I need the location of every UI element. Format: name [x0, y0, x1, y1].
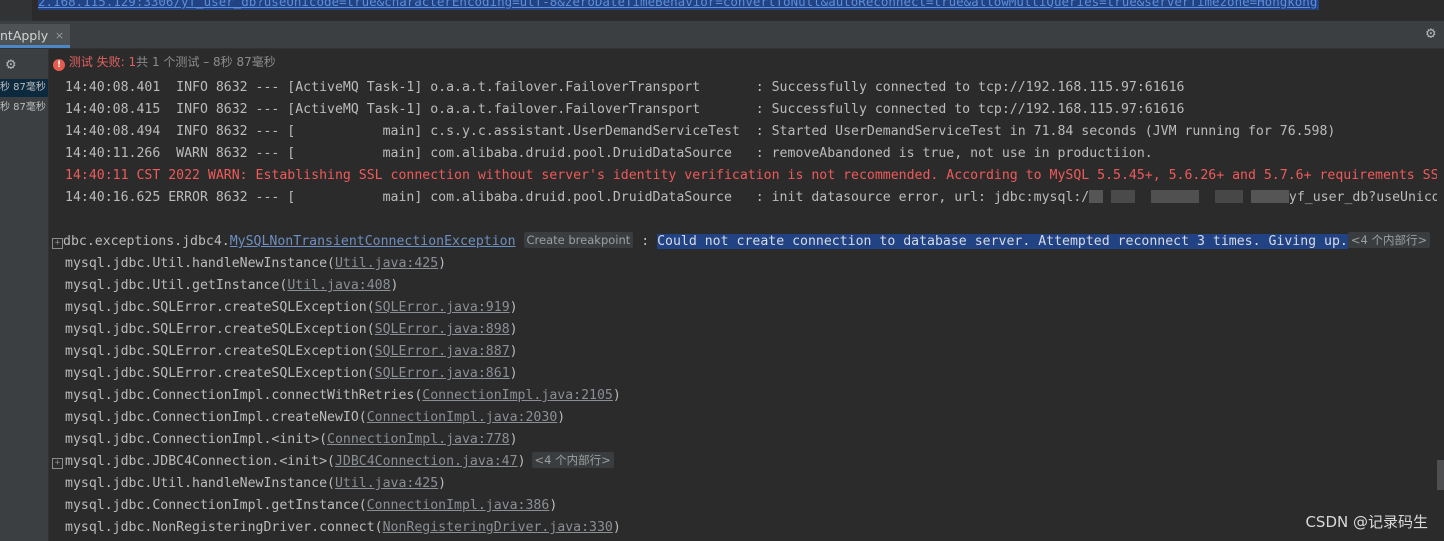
console-scrollbar[interactable]: [1437, 77, 1444, 541]
stack-frame-end: ): [390, 278, 399, 293]
internal-lines-hint[interactable]: <4 个内部行>: [531, 452, 614, 468]
test-tree-item-selected[interactable]: 秒 87毫秒: [0, 79, 48, 97]
stack-frame: mysql.jdbc.Util.handleNewInstance(Util.j…: [65, 253, 446, 275]
stack-frame-end: ): [509, 432, 518, 447]
gear-icon[interactable]: ⚙: [1426, 25, 1442, 41]
stack-frame-method: mysql.jdbc.ConnectionImpl.getInstance(: [65, 498, 367, 513]
log-error-text: 14:40:16.625 ERROR 8632 --- [ main] com.…: [65, 190, 1090, 205]
stack-frame: mysql.jdbc.ConnectionImpl.<init>(Connect…: [65, 429, 518, 451]
stack-frame-end: ): [612, 388, 621, 403]
close-icon[interactable]: ×: [55, 24, 64, 48]
tab-label: ntApply: [0, 28, 49, 43]
log-line: 14:40:08.415 INFO 8632 --- [ActiveMQ Tas…: [65, 102, 1185, 117]
log-line-warning: 14:40:11 CST 2022 WARN: Establishing SSL…: [65, 168, 1437, 183]
stack-frame-end: ): [509, 366, 518, 381]
stack-frame-method: mysql.jdbc.Util.handleNewInstance(: [65, 256, 335, 271]
exception-message: Could not create connection to database …: [657, 234, 1348, 249]
stack-frame-method: mysql.jdbc.JDBC4Connection.<init>(: [65, 454, 335, 469]
watermark: CSDN @记录码生: [1305, 513, 1428, 531]
test-summary: 共 1 个测试 – 8秒 87毫秒: [136, 55, 276, 69]
source-file-link[interactable]: Util.java:408: [287, 278, 390, 293]
stack-frame: mysql.jdbc.ConnectionImpl.connectWithRet…: [65, 385, 621, 407]
source-file-link[interactable]: SQLError.java:898: [375, 322, 510, 337]
log-line: 14:40:11.266 WARN 8632 --- [ main] com.a…: [65, 146, 1153, 161]
stack-frame-end: ): [509, 344, 518, 359]
exception-class-link[interactable]: MySQLNonTransientConnectionException: [230, 234, 516, 249]
selected-jdbc-url-text[interactable]: 2.168.115.129:3306/yf_user_db?useUnicode…: [38, 0, 1320, 10]
stack-frame-method: mysql.jdbc.SQLError.createSQLException(: [65, 322, 375, 337]
fold-plus-icon[interactable]: +: [52, 238, 63, 249]
source-file-link[interactable]: Util.java:425: [335, 256, 438, 271]
stack-frame-end: ): [509, 300, 518, 315]
scrollbar-thumb[interactable]: [1437, 460, 1444, 490]
fold-plus-icon[interactable]: +: [52, 458, 63, 469]
log-line: 14:40:08.401 INFO 8632 --- [ActiveMQ Tas…: [65, 80, 1185, 95]
log-error-url-tail: yf_user_db?useUnicode=: [1288, 190, 1437, 205]
source-file-link[interactable]: ConnectionImpl.java:778: [327, 432, 510, 447]
stack-frame-method: mysql.jdbc.NonRegisteringDriver.connect(: [65, 520, 383, 535]
stack-frame-method: mysql.jdbc.SQLError.createSQLException(: [65, 366, 375, 381]
source-file-link[interactable]: ConnectionImpl.java:2105: [422, 388, 613, 403]
redacted-block: [1250, 190, 1289, 203]
source-file-link[interactable]: Util.java:425: [335, 476, 438, 491]
stack-frame-method: mysql.jdbc.Util.handleNewInstance(: [65, 476, 335, 491]
stack-frame-method: mysql.jdbc.ConnectionImpl.<init>(: [65, 432, 328, 447]
redacted-block: [1214, 190, 1243, 203]
stack-frame-method: mysql.jdbc.SQLError.createSQLException(: [65, 344, 375, 359]
stack-frame: mysql.jdbc.NonRegisteringDriver.connect(…: [65, 517, 621, 539]
redacted-block: [1151, 190, 1200, 203]
stack-frame: mysql.jdbc.Util.getInstance(Util.java:40…: [65, 275, 398, 297]
source-file-link[interactable]: SQLError.java:919: [375, 300, 510, 315]
redacted-block: [1089, 190, 1104, 203]
source-file-link[interactable]: NonRegisteringDriver.java:330: [383, 520, 613, 535]
test-status-bar: ! 测试 失败: 1共 1 个测试 – 8秒 87毫秒: [49, 49, 1444, 76]
log-line-error: 14:40:16.625 ERROR 8632 --- [ main] com.…: [65, 187, 1437, 209]
error-icon: !: [53, 59, 65, 71]
stack-frame: mysql.jdbc.SQLError.createSQLException(S…: [65, 319, 518, 341]
stack-frame-end: ): [612, 520, 621, 535]
gear-icon[interactable]: ⚙: [6, 54, 16, 73]
test-tree-item[interactable]: 秒 87毫秒: [0, 99, 48, 117]
source-file-link[interactable]: JDBC4Connection.java:47: [335, 454, 518, 469]
run-tab-bar: ntApply ×: [0, 21, 1444, 49]
stack-frame: mysql.jdbc.SQLError.createSQLException(S…: [65, 341, 518, 363]
create-breakpoint-hint[interactable]: Create breakpoint: [523, 232, 634, 248]
source-file-link[interactable]: ConnectionImpl.java:386: [367, 498, 550, 513]
stack-frame: mysql.jdbc.SQLError.createSQLException(S…: [65, 297, 518, 319]
stack-frame-method: mysql.jdbc.SQLError.createSQLException(: [65, 300, 375, 315]
stack-frame: mysql.jdbc.JDBC4Connection.<init>(JDBC4C…: [65, 451, 614, 473]
stack-frame-method: mysql.jdbc.ConnectionImpl.connectWithRet…: [65, 388, 423, 403]
test-fail-count: 测试 失败: 1: [68, 55, 137, 69]
stack-frame: mysql.jdbc.Util.handleNewInstance(Util.j…: [65, 473, 446, 495]
stack-frame-end: ): [509, 322, 518, 337]
editor-gutter: [0, 0, 32, 21]
log-line: 14:40:08.494 INFO 8632 --- [ main] c.s.y…: [65, 124, 1336, 139]
stack-frame-method: mysql.jdbc.Util.getInstance(: [65, 278, 288, 293]
stack-frame-method: mysql.jdbc.ConnectionImpl.createNewIO(: [65, 410, 367, 425]
exception-line: dbc.exceptions.jdbc4.MySQLNonTransientCo…: [63, 231, 1431, 253]
internal-lines-hint[interactable]: <4 个内部行>: [1347, 232, 1431, 248]
exception-separator: :: [633, 234, 658, 249]
exception-prefix: dbc.exceptions.jdbc4.: [63, 234, 230, 249]
redacted-block: [1111, 190, 1136, 203]
stack-frame-end: ): [438, 256, 447, 271]
stack-frame: mysql.jdbc.ConnectionImpl.getInstance(Co…: [65, 495, 557, 517]
stack-frame-end: ): [438, 476, 447, 491]
editor-top-strip: 2.168.115.129:3306/yf_user_db?useUnicode…: [0, 0, 1444, 21]
console-output[interactable]: 14:40:08.401 INFO 8632 --- [ActiveMQ Tas…: [49, 77, 1437, 541]
source-file-link[interactable]: SQLError.java:887: [375, 344, 510, 359]
source-file-link[interactable]: SQLError.java:861: [375, 366, 510, 381]
stack-frame-end: ): [557, 410, 566, 425]
test-tree-panel: ⚙ 秒 87毫秒 秒 87毫秒: [0, 49, 49, 541]
stack-frame-end: ): [517, 454, 526, 469]
source-file-link[interactable]: ConnectionImpl.java:2030: [367, 410, 558, 425]
stack-frame: mysql.jdbc.SQLError.createSQLException(S…: [65, 363, 518, 385]
tab-run-config[interactable]: ntApply ×: [0, 24, 71, 48]
stack-frame: mysql.jdbc.ConnectionImpl.createNewIO(Co…: [65, 407, 565, 429]
stack-frame-end: ): [549, 498, 558, 513]
